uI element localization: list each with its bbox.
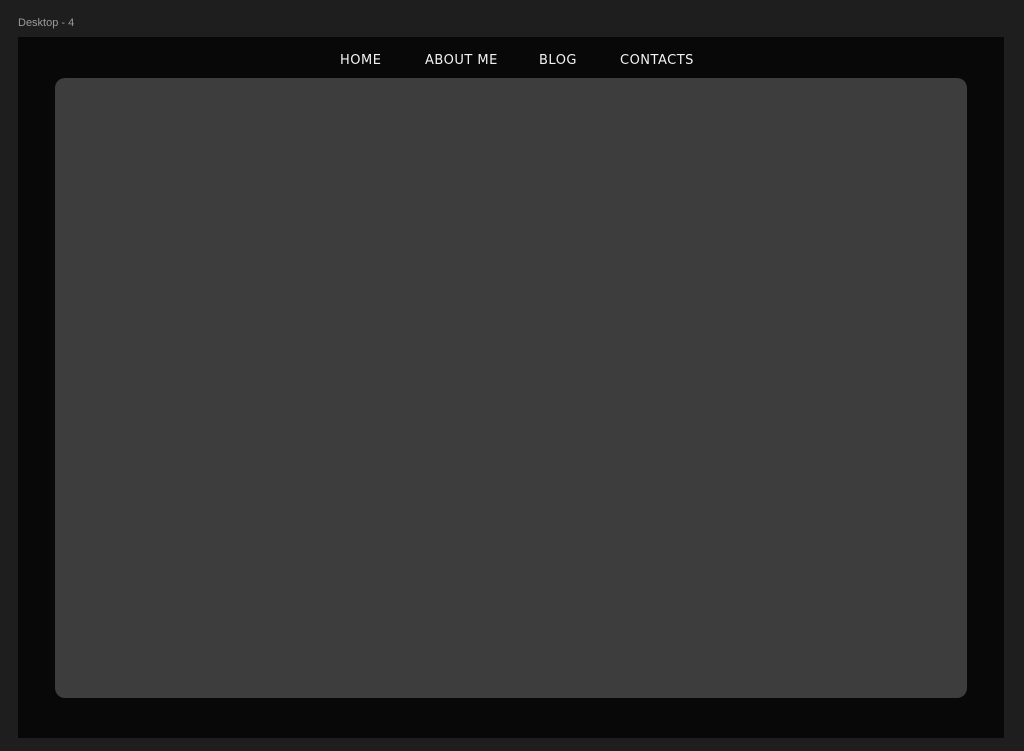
frame-label[interactable]: Desktop - 4 [18,16,74,30]
content-panel [55,78,967,698]
top-navigation: HOME ABOUT ME BLOG CONTACTS [18,37,1004,78]
nav-link-blog[interactable]: BLOG [539,53,577,69]
desktop-frame[interactable]: HOME ABOUT ME BLOG CONTACTS [18,37,1004,738]
nav-link-about-me[interactable]: ABOUT ME [425,53,498,69]
nav-link-contacts[interactable]: CONTACTS [620,53,694,69]
nav-link-home[interactable]: HOME [340,53,381,69]
design-canvas: Desktop - 4 HOME ABOUT ME BLOG CONTACTS [0,0,1024,751]
